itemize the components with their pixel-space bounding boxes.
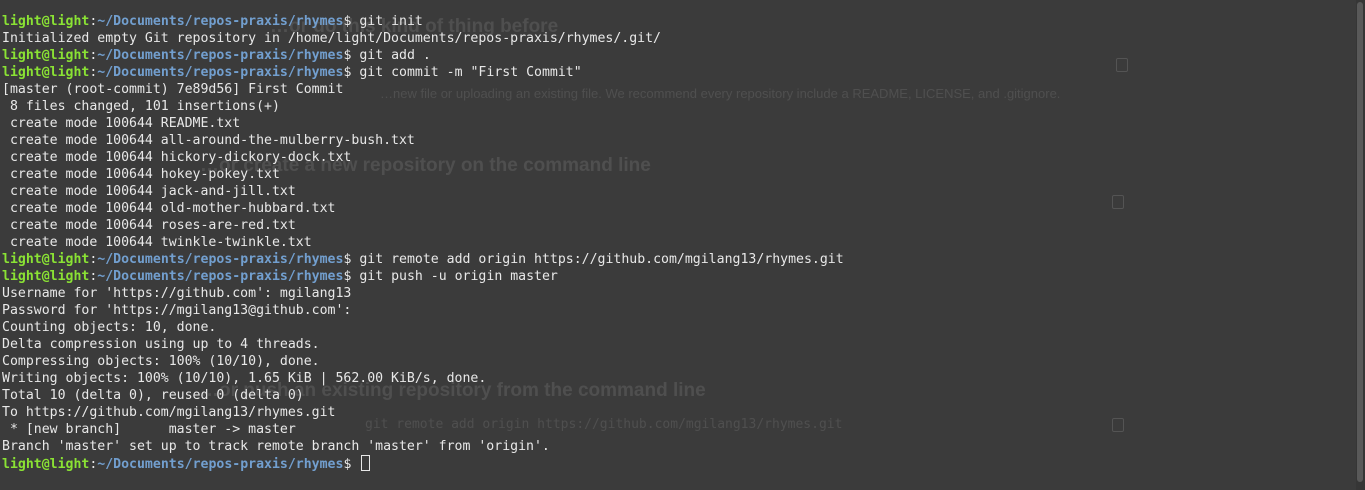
output-line: Delta compression using up to 4 threads. xyxy=(2,337,320,352)
prompt-cwd: ~/Documents/repos-praxis/rhymes xyxy=(97,457,344,472)
prompt-cwd: ~/Documents/repos-praxis/rhymes xyxy=(97,252,344,267)
output-line: create mode 100644 roses-are-red.txt xyxy=(2,218,296,233)
terminal-cursor[interactable] xyxy=(361,455,371,471)
output-line: create mode 100644 twinkle-twinkle.txt xyxy=(2,235,312,250)
command-text: git add . xyxy=(359,48,431,63)
prompt-cwd: ~/Documents/repos-praxis/rhymes xyxy=(97,14,344,29)
command-text: git push -u origin master xyxy=(359,269,558,284)
prompt-symbol: $ xyxy=(343,14,352,29)
prompt-line: light@light:~/Documents/repos-praxis/rhy… xyxy=(2,47,1353,64)
prompt-user-host: light@light xyxy=(2,252,90,267)
prompt-user-host: light@light xyxy=(2,269,90,284)
prompt-symbol: $ xyxy=(343,252,352,267)
prompt-line: light@light:~/Documents/repos-praxis/rhy… xyxy=(2,64,1353,81)
output-line: create mode 100644 hokey-pokey.txt xyxy=(2,167,280,182)
prompt-symbol: $ xyxy=(343,457,352,472)
output-line: create mode 100644 jack-and-jill.txt xyxy=(2,184,296,199)
prompt-user-host: light@light xyxy=(2,65,90,80)
command-text: git remote add origin https://github.com… xyxy=(359,252,844,267)
prompt-symbol: $ xyxy=(343,269,352,284)
output-line: Counting objects: 10, done. xyxy=(2,320,217,335)
output-line: Writing objects: 100% (10/10), 1.65 KiB … xyxy=(2,371,487,386)
prompt-line: light@light:~/Documents/repos-praxis/rhy… xyxy=(2,13,1353,30)
output-line: create mode 100644 hickory-dickory-dock.… xyxy=(2,150,352,165)
output-line: Initialized empty Git repository in /hom… xyxy=(2,31,661,46)
prompt-line: light@light:~/Documents/repos-praxis/rhy… xyxy=(2,268,1353,285)
prompt-cwd: ~/Documents/repos-praxis/rhymes xyxy=(97,269,344,284)
output-line: 8 files changed, 101 insertions(+) xyxy=(2,99,280,114)
output-line: Compressing objects: 100% (10/10), done. xyxy=(2,354,320,369)
terminal-scrollbar[interactable] xyxy=(1356,0,1365,490)
command-text: git init xyxy=(359,14,423,29)
output-line: create mode 100644 all-around-the-mulber… xyxy=(2,133,415,148)
terminal-output[interactable]: light@light:~/Documents/repos-praxis/rhy… xyxy=(2,13,1353,472)
prompt-symbol: $ xyxy=(343,48,352,63)
prompt-user-host: light@light xyxy=(2,48,90,63)
command-text: git commit -m "First Commit" xyxy=(359,65,582,80)
prompt-cwd: ~/Documents/repos-praxis/rhymes xyxy=(97,65,344,80)
prompt-user-host: light@light xyxy=(2,457,90,472)
output-line: * [new branch] master -> master xyxy=(2,422,296,437)
output-line: create mode 100644 old-mother-hubbard.tx… xyxy=(2,201,336,216)
prompt-line: light@light:~/Documents/repos-praxis/rhy… xyxy=(2,251,1353,268)
output-line: [master (root-commit) 7e89d56] First Com… xyxy=(2,82,344,97)
output-line: Total 10 (delta 0), reused 0 (delta 0) xyxy=(2,388,304,403)
prompt-line: light@light:~/Documents/repos-praxis/rhy… xyxy=(2,455,1353,472)
output-line: To https://github.com/mgilang13/rhymes.g… xyxy=(2,405,336,420)
prompt-cwd: ~/Documents/repos-praxis/rhymes xyxy=(97,48,344,63)
prompt-user-host: light@light xyxy=(2,14,90,29)
scrollbar-thumb[interactable] xyxy=(1357,2,1363,482)
output-line: Branch 'master' set up to track remote b… xyxy=(2,439,550,454)
output-line: Username for 'https://github.com': mgila… xyxy=(2,286,352,301)
prompt-symbol: $ xyxy=(343,65,352,80)
output-line: Password for 'https://mgilang13@github.c… xyxy=(2,303,352,318)
output-line: create mode 100644 README.txt xyxy=(2,116,241,131)
